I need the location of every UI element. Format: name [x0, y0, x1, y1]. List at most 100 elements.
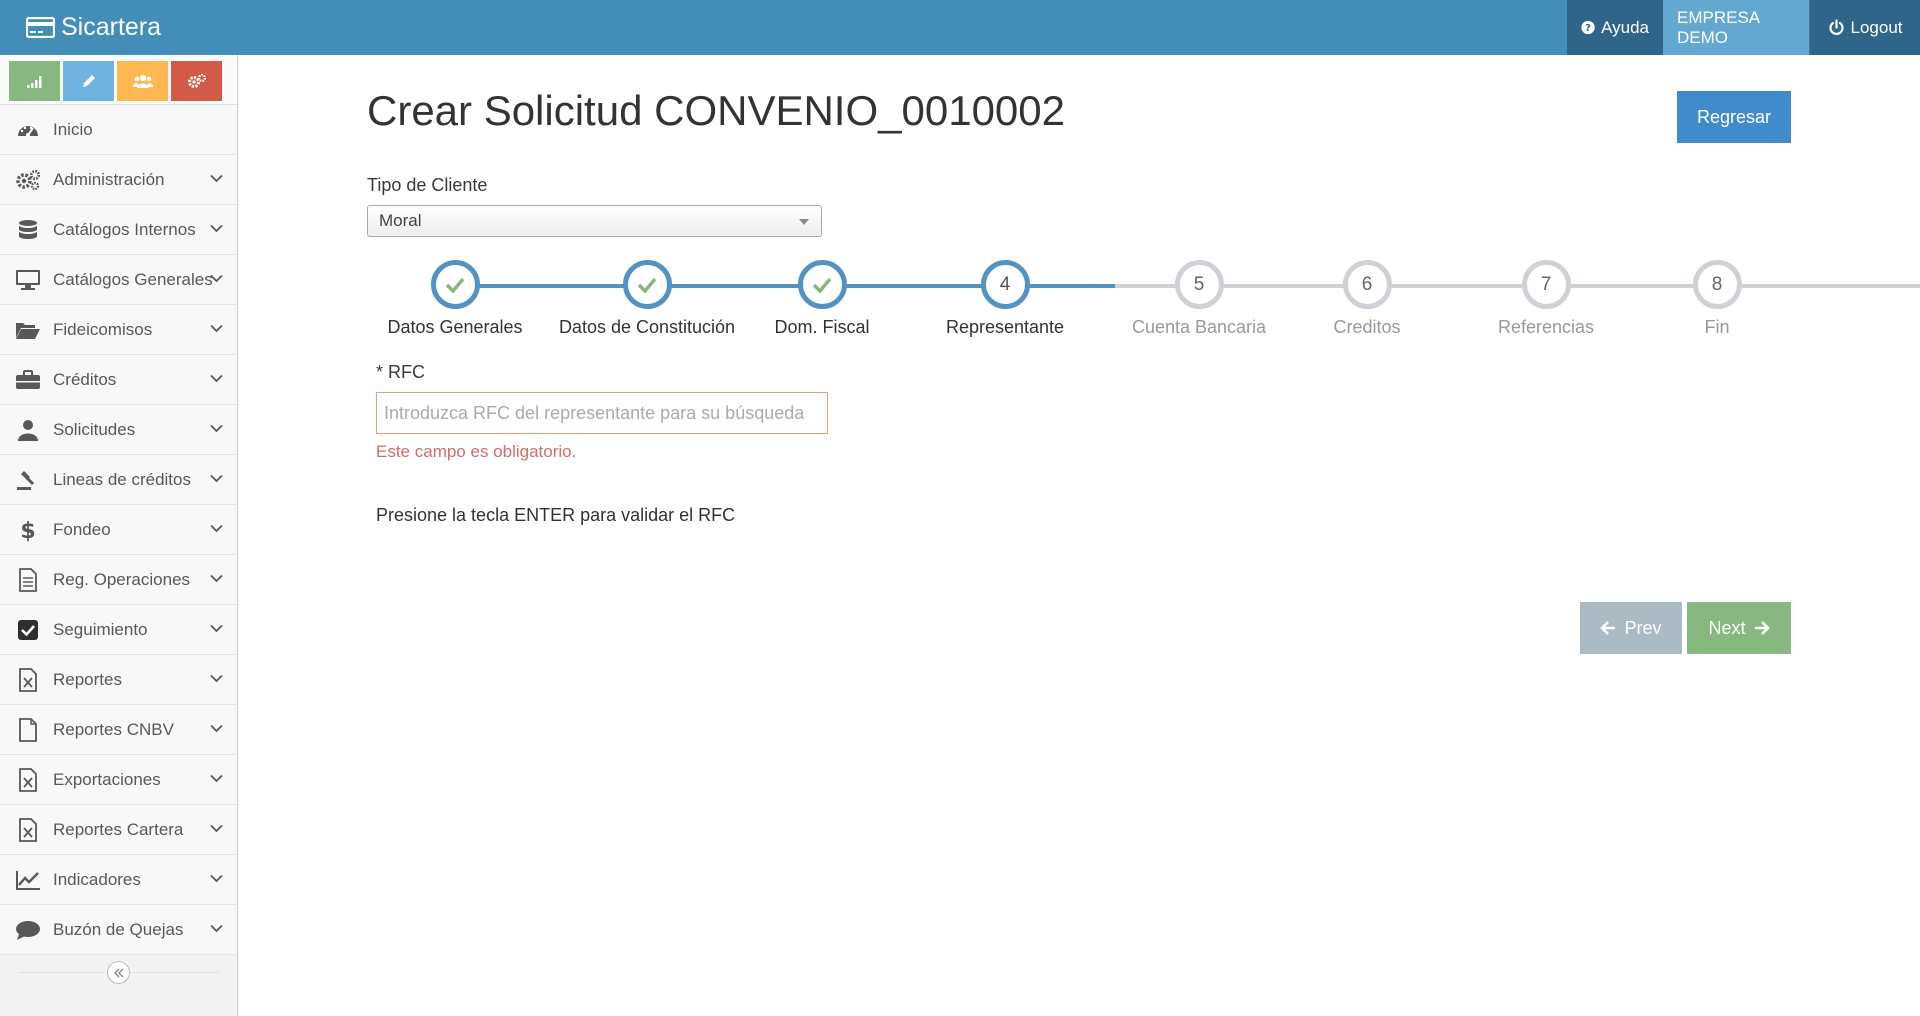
sidebar-item-catalogos-internos[interactable]: Catálogos Internos	[0, 205, 237, 255]
sidebar-item-label: Buzón de Quejas	[53, 919, 184, 939]
sidebar-item-label: Exportaciones	[53, 769, 161, 789]
sidebar-item-indicadores[interactable]: Indicadores	[0, 855, 237, 905]
dollar-icon: $	[15, 517, 41, 543]
sidebar-item-label: Indicadores	[53, 869, 141, 889]
credit-card-icon	[26, 17, 55, 38]
file-excel-icon	[15, 767, 41, 793]
file-excel-icon	[15, 667, 41, 693]
sidebar-item-label: Lineas de créditos	[53, 469, 191, 489]
shortcut-cogs-button[interactable]	[171, 61, 222, 101]
sidebar-item-label: Reportes CNBV	[53, 719, 174, 739]
client-type-label: Tipo de Cliente	[367, 175, 488, 195]
prev-button[interactable]: Prev	[1580, 602, 1682, 654]
sidebar-item-administracion[interactable]: Administración	[0, 155, 237, 205]
sidebar-item-reportes[interactable]: Reportes	[0, 655, 237, 705]
signal-icon	[26, 76, 41, 88]
sidebar-collapse-button[interactable]	[107, 961, 130, 984]
shortcut-signal-button[interactable]	[9, 61, 60, 101]
chevron-down-icon	[210, 674, 223, 683]
sidebar-item-label: Inicio	[53, 119, 93, 139]
dashboard-icon	[15, 117, 41, 143]
step-circle: 6	[1342, 260, 1392, 309]
step-circle: 7	[1521, 260, 1571, 309]
sidebar-item-fideicomisos[interactable]: Fideicomisos	[0, 305, 237, 355]
chevron-down-icon	[210, 874, 223, 883]
step-title: Dom. Fiscal	[774, 317, 870, 337]
briefcase-icon	[15, 367, 41, 393]
power-off-icon	[1828, 19, 1844, 35]
check-icon	[445, 277, 465, 293]
sidebar-item-label: Catálogos Generales	[53, 269, 213, 289]
shortcut-pencil-button[interactable]	[63, 61, 114, 101]
sidebar-item-exportaciones[interactable]: Exportaciones	[0, 755, 237, 805]
line-chart-icon	[15, 867, 41, 893]
sidebar-item-label: Solicitudes	[53, 419, 136, 439]
top-navbar: Sicartera ? Ayuda EMPRESA DEMO Logout	[0, 0, 1920, 55]
step-circle	[797, 260, 847, 309]
folder-open-icon	[15, 317, 41, 343]
arrow-right-icon	[1754, 621, 1770, 635]
chevron-down-icon	[210, 324, 223, 333]
wizard-step-7[interactable]: 7 Referencias	[1446, 260, 1646, 338]
logout-label: Logout	[1850, 17, 1903, 37]
database-icon	[15, 217, 41, 243]
next-label: Next	[1708, 617, 1746, 638]
sidebar-item-lineas-de-creditos[interactable]: Lineas de créditos	[0, 455, 237, 505]
cogs-icon	[187, 73, 206, 88]
company-menu[interactable]: EMPRESA DEMO	[1663, 0, 1809, 55]
chevron-down-icon	[210, 574, 223, 583]
wizard-step-8[interactable]: 8 Fin	[1617, 260, 1817, 338]
sidebar-item-seguimiento[interactable]: Seguimiento	[0, 605, 237, 655]
sidebar-item-reportes-cnbv[interactable]: Reportes CNBV	[0, 705, 237, 755]
client-type-value: Moral	[379, 211, 422, 230]
sidebar-item-reg-operaciones[interactable]: Reg. Operaciones	[0, 555, 237, 605]
rfc-error-message: Este campo es obligatorio.	[376, 442, 577, 461]
help-link[interactable]: ? Ayuda	[1567, 0, 1663, 55]
check-icon	[637, 277, 657, 293]
step-circle	[430, 260, 480, 309]
client-type-select[interactable]: Moral	[367, 205, 822, 237]
wizard-step-6[interactable]: 6 Creditos	[1267, 260, 1467, 338]
help-label: Ayuda	[1601, 17, 1649, 37]
wizard-step-1[interactable]: Datos Generales	[355, 260, 555, 338]
shortcut-users-button[interactable]	[117, 61, 168, 101]
sidebar-item-buzon-de-quejas[interactable]: Buzón de Quejas	[0, 905, 237, 955]
chevron-down-icon	[210, 474, 223, 483]
chevron-down-icon	[210, 274, 223, 283]
sidebar-collapse-bar	[0, 955, 237, 989]
step-circle: 8	[1692, 260, 1742, 309]
question-circle-icon: ?	[1581, 20, 1595, 34]
sidebar-item-label: Fideicomisos	[53, 319, 153, 339]
users-icon	[132, 74, 153, 88]
back-button[interactable]: Regresar	[1677, 91, 1791, 143]
logout-link[interactable]: Logout	[1809, 0, 1920, 55]
file-excel-icon	[15, 817, 41, 843]
double-angle-left-icon	[113, 968, 123, 977]
chevron-down-icon	[210, 524, 223, 533]
chevron-down-icon	[210, 174, 223, 183]
chevron-down-icon	[210, 224, 223, 233]
chevron-down-icon	[210, 624, 223, 633]
sidebar-item-inicio[interactable]: Inicio	[0, 105, 237, 155]
brand[interactable]: Sicartera	[26, 0, 161, 55]
user-icon	[15, 417, 41, 443]
sidebar-item-label: Administración	[53, 169, 165, 189]
sidebar-item-fondeo[interactable]: $ Fondeo	[0, 505, 237, 555]
step-circle: 5	[1174, 260, 1224, 309]
wizard-step-4[interactable]: 4 Representante	[905, 260, 1105, 338]
rfc-input[interactable]	[376, 392, 828, 434]
next-button[interactable]: Next	[1687, 602, 1791, 654]
wizard-step-2[interactable]: Datos de Constitución	[547, 260, 747, 338]
file-icon	[15, 717, 41, 743]
prev-label: Prev	[1624, 617, 1662, 638]
wizard-step-3[interactable]: Dom. Fiscal	[722, 260, 922, 338]
step-title: Referencias	[1497, 317, 1595, 337]
sidebar-item-catalogos-generales[interactable]: Catálogos Generales	[0, 255, 237, 305]
check-square-icon	[15, 617, 41, 643]
step-title: Representante	[945, 317, 1065, 337]
sidebar-item-reportes-cartera[interactable]: Reportes Cartera	[0, 805, 237, 855]
chevron-down-icon	[210, 374, 223, 383]
svg-text:$: $	[20, 519, 35, 542]
sidebar-item-creditos[interactable]: Créditos	[0, 355, 237, 405]
sidebar-item-solicitudes[interactable]: Solicitudes	[0, 405, 237, 455]
